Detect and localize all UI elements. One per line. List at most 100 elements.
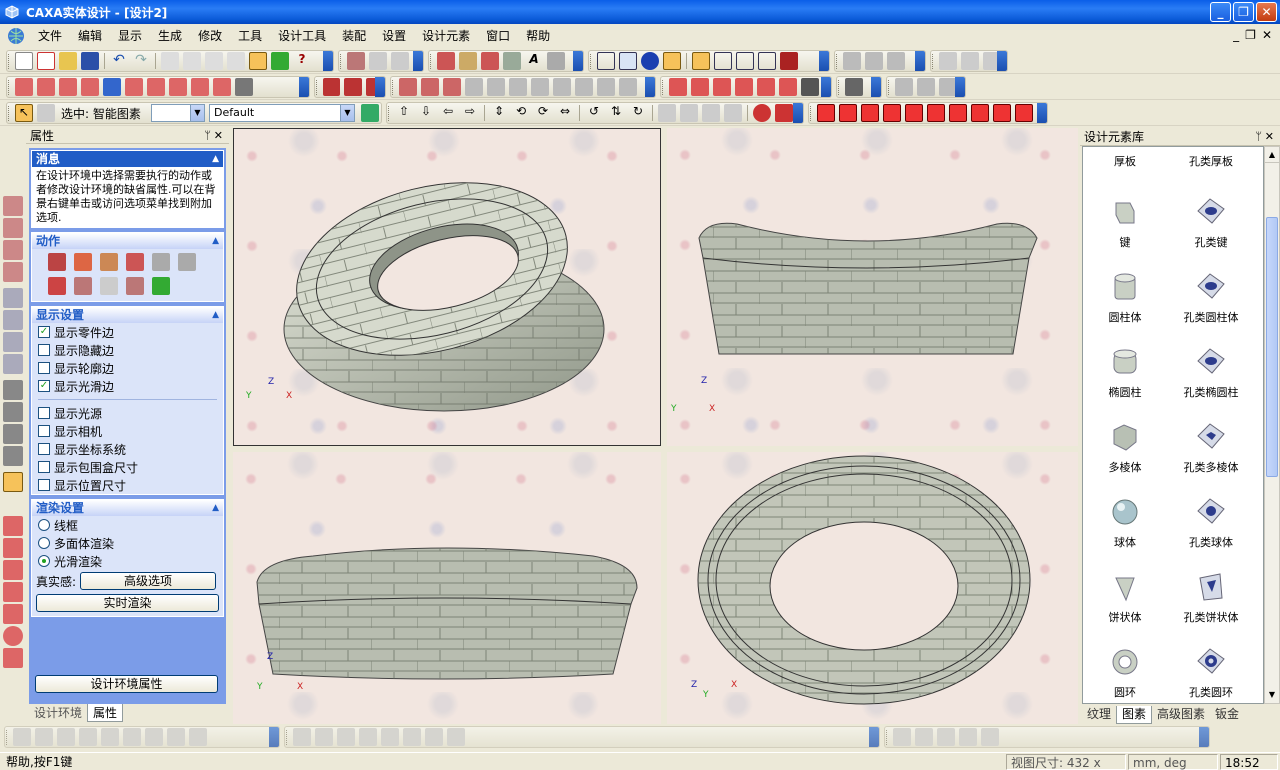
camera-c-icon[interactable]: [3, 402, 23, 422]
text-icon[interactable]: A: [525, 52, 543, 70]
mdi-restore-button[interactable]: ❐: [1245, 28, 1256, 42]
scroll-up-arrow-icon[interactable]: ▲: [1265, 147, 1279, 163]
realtime-render-button[interactable]: 实时渲染: [36, 594, 219, 612]
tab-sheet-metal[interactable]: 钣金: [1210, 706, 1244, 724]
show-part-edges-checkbox[interactable]: ✓ 显示零件边: [32, 323, 223, 341]
view-front-icon[interactable]: [817, 104, 835, 122]
tab-properties[interactable]: 属性: [87, 704, 124, 722]
box-icon[interactable]: [714, 52, 732, 70]
undo-icon[interactable]: ↶: [110, 52, 128, 70]
delete-icon[interactable]: [227, 52, 245, 70]
selection-combo[interactable]: ▼: [151, 104, 205, 122]
checkbox-box[interactable]: [38, 344, 50, 356]
op-k-icon[interactable]: [619, 78, 637, 96]
constraint-e-icon[interactable]: [981, 728, 999, 746]
camera-a-icon[interactable]: [3, 332, 23, 352]
menu-view[interactable]: 显示: [110, 26, 150, 46]
arrow-rot-b-icon[interactable]: ⟳: [534, 104, 552, 122]
lib-item-hole-elliptic-cylinder[interactable]: 孔类椭圆柱: [1171, 345, 1251, 400]
lib-item-hole-key[interactable]: 孔类键: [1171, 195, 1251, 250]
sweep-icon[interactable]: [59, 78, 77, 96]
menu-file[interactable]: 文件: [30, 26, 70, 46]
view-top[interactable]: Z Y X: [667, 452, 1078, 724]
sketch-rect-icon[interactable]: [359, 728, 377, 746]
open-folder-icon[interactable]: [59, 52, 77, 70]
curve-b-icon[interactable]: [691, 78, 709, 96]
grid-b-icon[interactable]: [961, 52, 979, 70]
action-arrow-icon[interactable]: [74, 253, 92, 271]
constraint-a-icon[interactable]: [893, 728, 911, 746]
disabled-i-icon[interactable]: [189, 728, 207, 746]
light-b-icon[interactable]: [775, 104, 793, 122]
new-drawing-icon[interactable]: [37, 52, 55, 70]
actions-header[interactable]: 动作 ▲: [32, 233, 223, 249]
book-icon[interactable]: [780, 52, 798, 70]
help-pointer-icon[interactable]: ?: [293, 52, 311, 70]
top-ring-model[interactable]: [667, 452, 1078, 724]
monitor-icon[interactable]: [758, 52, 776, 70]
close-button[interactable]: ✕: [1256, 2, 1277, 22]
radio-dot[interactable]: [38, 555, 50, 567]
redo-icon[interactable]: ↷: [132, 52, 150, 70]
view-iso-c-icon[interactable]: [993, 104, 1011, 122]
collapse-icon[interactable]: ▲: [212, 233, 219, 249]
op-g-icon[interactable]: [531, 78, 549, 96]
sketch-a-icon[interactable]: [3, 516, 23, 536]
save-icon[interactable]: [81, 52, 99, 70]
curve-d-icon[interactable]: [735, 78, 753, 96]
action-hand-icon[interactable]: [100, 253, 118, 271]
flip-icon[interactable]: ⇅: [607, 104, 625, 122]
scroll-thumb[interactable]: [1266, 217, 1278, 477]
style-combo[interactable]: Default ▼: [209, 104, 355, 122]
checkbox-box[interactable]: [38, 407, 50, 419]
lib-item-hole-sphere[interactable]: 孔类球体: [1171, 495, 1251, 550]
library-scrollbar[interactable]: ▲ ▼: [1264, 146, 1280, 704]
menu-window[interactable]: 窗口: [478, 26, 518, 46]
wireframe-radio[interactable]: 线框: [32, 516, 223, 534]
library-close-icon[interactable]: ✕: [1265, 128, 1274, 146]
pointer-icon[interactable]: ↖: [15, 104, 33, 122]
perspective-cube-icon[interactable]: [692, 52, 710, 70]
action-flag-icon[interactable]: [178, 253, 196, 271]
view-front[interactable]: Z Y X: [667, 128, 1078, 446]
lib-item-hole-torus[interactable]: 孔类圆环: [1171, 645, 1251, 700]
menu-help[interactable]: 帮助: [518, 26, 558, 46]
texture-icon[interactable]: [887, 52, 905, 70]
hand-d-icon[interactable]: [724, 104, 742, 122]
curve-a-icon[interactable]: [669, 78, 687, 96]
lib-item-hole-polyprism[interactable]: 孔类多棱体: [1171, 420, 1251, 475]
arrow-ud-icon[interactable]: ⇕: [490, 104, 508, 122]
action-table-icon[interactable]: [48, 253, 66, 271]
op-a-icon[interactable]: [399, 78, 417, 96]
op-c-icon[interactable]: [443, 78, 461, 96]
lib-item-elliptic-cylinder[interactable]: 椭圆柱: [1085, 345, 1165, 400]
menu-generate[interactable]: 生成: [150, 26, 190, 46]
arrow-down-icon[interactable]: ⇩: [417, 104, 435, 122]
rotate-left-icon[interactable]: ↺: [585, 104, 603, 122]
disabled-g-icon[interactable]: [145, 728, 163, 746]
menu-settings[interactable]: 设置: [374, 26, 414, 46]
message-header[interactable]: 消息 ▲: [32, 151, 223, 167]
target-icon[interactable]: [3, 354, 23, 374]
hand-a-icon[interactable]: [658, 104, 676, 122]
smooth-sphere-icon[interactable]: [663, 52, 681, 70]
advanced-options-button[interactable]: 高级选项: [80, 572, 217, 590]
tab-design-environment[interactable]: 设计环境: [29, 704, 87, 722]
checkbox-box[interactable]: ✓: [38, 326, 50, 338]
sketch-g-icon[interactable]: [3, 648, 23, 668]
disabled-f-icon[interactable]: [123, 728, 141, 746]
sketch-point-icon[interactable]: [425, 728, 443, 746]
surface-b-icon[interactable]: [344, 78, 362, 96]
loft-icon[interactable]: [81, 78, 99, 96]
maximize-button[interactable]: ❐: [1233, 2, 1254, 22]
spin-tool-icon[interactable]: [3, 240, 23, 260]
arrow-lr-icon[interactable]: ⇔: [556, 104, 574, 122]
misc-b-icon[interactable]: [917, 78, 935, 96]
checkbox-box[interactable]: [38, 362, 50, 374]
rotate-hand-icon[interactable]: [459, 52, 477, 70]
wireframe-cube-icon[interactable]: [597, 52, 615, 70]
lib-item-thick-plate[interactable]: 厚板: [1085, 153, 1165, 169]
arrow-left-icon[interactable]: ⇦: [439, 104, 457, 122]
lib-item-hole-thick-plate[interactable]: 孔类厚板: [1171, 153, 1251, 169]
disabled-c-icon[interactable]: [57, 728, 75, 746]
